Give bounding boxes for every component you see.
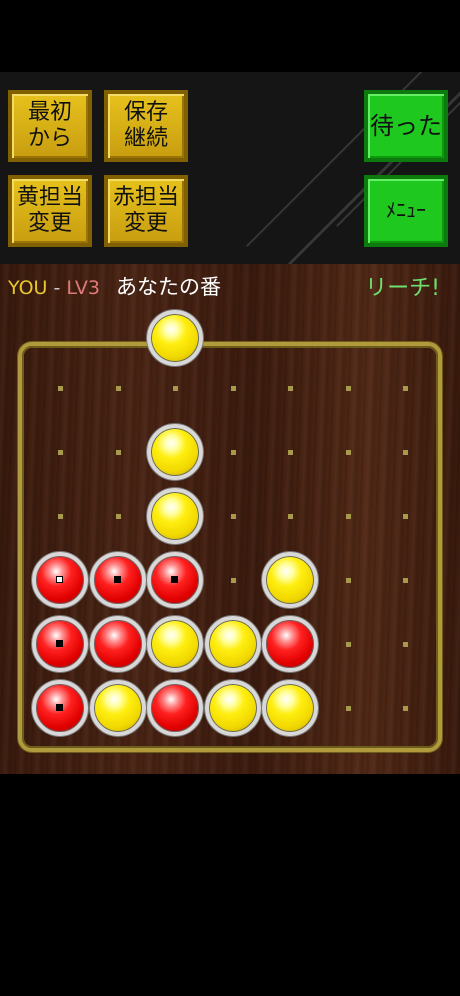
- yellow-change-label-line2: 変更: [27, 211, 72, 236]
- empty-slot: [173, 386, 178, 391]
- menu-button[interactable]: ﾒﾆｭｰ: [364, 175, 448, 247]
- empty-slot: [115, 514, 121, 519]
- player-name: YOU: [8, 277, 48, 299]
- empty-slot: [230, 450, 236, 455]
- restart-button[interactable]: 最初 から: [8, 90, 92, 162]
- empty-slot: [58, 514, 63, 519]
- yellow-disc: [147, 616, 203, 672]
- restart-label-line1: 最初: [27, 100, 72, 126]
- yellow-disc: [204, 680, 261, 736]
- empty-slot: [403, 642, 408, 647]
- line-marker: [56, 704, 63, 711]
- toolbar: 最初 から 保存 継続 黄担当 変更 赤担当 変更 待った ﾒﾆｭｰ: [0, 72, 460, 264]
- empty-slot: [345, 450, 351, 455]
- line-marker: [56, 640, 63, 647]
- restart-label-line2: から: [27, 126, 72, 151]
- empty-slot: [115, 386, 121, 391]
- red-disc: [32, 552, 88, 608]
- red-change-label-line2: 変更: [123, 211, 168, 236]
- red-disc: [89, 552, 146, 608]
- empty-slot: [288, 514, 293, 519]
- red-player-change-button[interactable]: 赤担当 変更: [104, 175, 188, 247]
- empty-slot: [345, 514, 351, 519]
- menu-label: ﾒﾆｭｰ: [386, 198, 426, 223]
- empty-slot: [345, 706, 351, 711]
- empty-slot: [403, 450, 408, 455]
- yellow-disc: [204, 616, 261, 672]
- empty-slot: [403, 514, 408, 519]
- yellow-disc: [147, 488, 203, 544]
- status-bar: YOU - LV3 あなたの番: [8, 271, 221, 301]
- line-marker: [171, 576, 178, 583]
- game-area: YOU - LV3 あなたの番 リーチ!: [0, 264, 460, 774]
- undo-label: 待った: [370, 111, 442, 140]
- status-separator: -: [53, 277, 61, 299]
- empty-slot: [230, 578, 236, 583]
- empty-slot: [230, 386, 236, 391]
- empty-slot: [58, 386, 63, 391]
- empty-slot: [403, 578, 408, 583]
- save-label-line1: 保存: [123, 100, 168, 126]
- empty-slot: [58, 450, 63, 455]
- yellow-change-label-line1: 黄担当: [16, 185, 83, 211]
- red-disc: [147, 680, 203, 736]
- empty-slot: [288, 450, 293, 455]
- save-continue-button[interactable]: 保存 継続: [104, 90, 188, 162]
- yellow-disc: [262, 680, 318, 736]
- level-label: LV3: [66, 277, 100, 299]
- red-disc: [32, 680, 88, 736]
- yellow-disc: [147, 424, 203, 480]
- empty-slot: [230, 514, 236, 519]
- yellow-disc: [89, 680, 146, 736]
- empty-slot: [403, 706, 408, 711]
- empty-slot: [345, 386, 351, 391]
- empty-slot: [345, 642, 351, 647]
- red-disc: [32, 616, 88, 672]
- red-disc: [89, 616, 146, 672]
- line-marker: [113, 576, 121, 583]
- red-disc: [262, 616, 318, 672]
- yellow-player-change-button[interactable]: 黄担当 変更: [8, 175, 92, 247]
- pending-yellow-disc[interactable]: [147, 310, 203, 366]
- red-disc: [147, 552, 203, 608]
- empty-slot: [345, 578, 351, 583]
- reach-alert: リーチ!: [365, 276, 440, 301]
- empty-slot: [288, 386, 293, 391]
- empty-slot: [115, 450, 121, 455]
- yellow-disc: [262, 552, 318, 608]
- last-move-marker: [56, 576, 63, 583]
- undo-button[interactable]: 待った: [364, 90, 448, 162]
- save-label-line2: 継続: [123, 126, 168, 151]
- red-change-label-line1: 赤担当: [112, 185, 179, 211]
- turn-indicator: あなたの番: [116, 275, 222, 299]
- empty-slot: [403, 386, 408, 391]
